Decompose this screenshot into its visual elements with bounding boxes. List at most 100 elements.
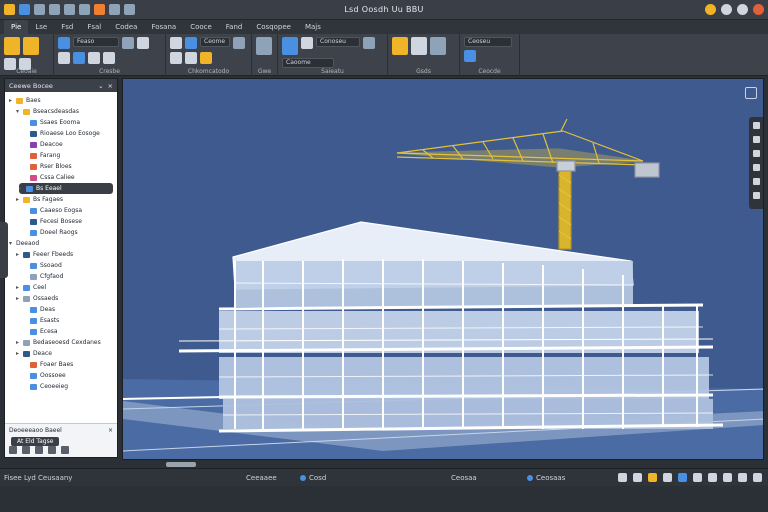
props-icon-2[interactable] [22, 446, 30, 454]
tree-node[interactable]: ▸ Deace [7, 348, 115, 359]
quick-access-icon[interactable] [19, 4, 30, 15]
model-text-icon[interactable] [282, 37, 298, 55]
quick-access-icon[interactable] [124, 4, 135, 15]
expand-arrow-icon[interactable]: ▸ [16, 295, 23, 302]
props-icon-3[interactable] [35, 446, 43, 454]
props-icon-5[interactable] [61, 446, 69, 454]
expand-arrow-icon[interactable]: ▸ [16, 350, 23, 357]
area-icon[interactable] [185, 37, 197, 49]
quick-access-icon[interactable] [94, 4, 105, 15]
tree-node[interactable]: Doeel Raogs [7, 227, 115, 238]
tree-node[interactable]: ▾ Bseacsdeasdas [7, 106, 115, 117]
curtain-icon[interactable] [103, 52, 115, 64]
viewer-icon[interactable] [464, 50, 476, 62]
help-icon[interactable] [705, 4, 716, 15]
fit-icon[interactable] [752, 178, 760, 185]
tree-node[interactable]: Rioaese Loo Eosoge [7, 128, 115, 139]
workset-field[interactable]: Ceoseu [464, 37, 512, 47]
quick-access-icon[interactable] [4, 4, 15, 15]
nav-wheel-icon[interactable] [752, 122, 760, 129]
datum-icon[interactable] [256, 37, 272, 55]
ribbon-tab[interactable]: Cosqopee [249, 20, 298, 34]
tree-node[interactable]: Fecesi Bosese [7, 216, 115, 227]
workplane-field[interactable]: Conoseu [316, 37, 360, 47]
ribbon-tab[interactable]: Codea [108, 20, 144, 34]
ceiling-icon[interactable] [88, 52, 100, 64]
status-toggle-icon[interactable] [738, 473, 747, 482]
level-field[interactable]: Ceome [200, 37, 230, 47]
ribbon-tab[interactable]: Fand [219, 20, 250, 34]
status-toggle-icon[interactable] [693, 473, 702, 482]
maximize-icon[interactable] [737, 4, 748, 15]
panel-resize-handle[interactable] [0, 222, 8, 278]
railing-icon[interactable] [58, 52, 70, 64]
scroll-thumb[interactable] [166, 462, 196, 467]
door-tool-icon[interactable] [23, 37, 39, 55]
status-toggle-icon[interactable] [678, 473, 687, 482]
set-icon[interactable] [363, 37, 375, 49]
ribbon-tab[interactable]: Fsal [80, 20, 108, 34]
tree-node[interactable]: Cfgfaod [7, 271, 115, 282]
quick-access-icon[interactable] [64, 4, 75, 15]
tree-node[interactable]: Ceoeeieg [7, 381, 115, 392]
shaft-icon[interactable] [392, 37, 408, 55]
tree-node[interactable]: ▸ Ceel [7, 282, 115, 293]
grid-icon[interactable] [170, 52, 182, 64]
tree-node[interactable]: Deacoe [7, 139, 115, 150]
close-props-icon[interactable]: × [108, 427, 113, 434]
viewcube-icon[interactable] [745, 87, 757, 99]
tree-node[interactable]: Farang [7, 150, 115, 161]
quick-access-icon[interactable] [34, 4, 45, 15]
status-toggle-icon[interactable] [723, 473, 732, 482]
ribbon-tab[interactable]: Lse [28, 20, 54, 34]
props-icon-1[interactable] [9, 446, 17, 454]
room-icon[interactable] [170, 37, 182, 49]
status-model[interactable]: Ceosaa [451, 474, 477, 482]
expand-arrow-icon[interactable]: ▸ [16, 284, 23, 291]
status-toggle-icon[interactable] [753, 473, 762, 482]
tree-node[interactable]: Rser Bloes [7, 161, 115, 172]
expand-arrow-icon[interactable]: ▸ [16, 339, 23, 346]
tree-node[interactable]: Ecesa [7, 326, 115, 337]
tree-node[interactable]: Esasts [7, 315, 115, 326]
status-workset[interactable]: Ceeaaee [246, 474, 277, 482]
tree-node[interactable]: Deas [7, 304, 115, 315]
tag-icon[interactable] [233, 37, 245, 49]
tree-node[interactable]: ▸ Feeer Fbeeds [7, 249, 115, 260]
tree-node[interactable]: Caaeso Eogsa [7, 205, 115, 216]
dropdown-icon[interactable] [122, 37, 134, 49]
pin-icon[interactable]: ⌄ [98, 82, 103, 90]
stair-icon[interactable] [137, 37, 149, 49]
tree-node[interactable]: ▸ Bedaseoesd Cexdanes [7, 337, 115, 348]
horizontal-scrollbar[interactable] [122, 460, 764, 468]
model-line-icon[interactable] [301, 37, 313, 49]
close-icon[interactable] [753, 4, 764, 15]
ribbon-tab[interactable]: Fosana [144, 20, 183, 34]
floor-icon[interactable] [73, 52, 85, 64]
show-field[interactable]: Caoome [282, 58, 334, 68]
expand-arrow-icon[interactable]: ▸ [16, 196, 23, 203]
nav-menu-icon[interactable] [752, 192, 760, 199]
type-selector[interactable]: Feaso [73, 37, 119, 47]
expand-arrow-icon[interactable]: ▾ [9, 240, 16, 247]
tree-node[interactable]: ▸ Bs Fagaes [7, 194, 115, 205]
pan-icon[interactable] [752, 136, 760, 143]
opening-icon[interactable] [200, 52, 212, 64]
tree-node[interactable]: ▸ Ossaeds [7, 293, 115, 304]
tree-node[interactable]: ▸ Baes [7, 95, 115, 106]
ribbon-tab[interactable]: Fsd [54, 20, 80, 34]
status-toggle-icon[interactable] [618, 473, 627, 482]
tree-node[interactable]: Ssoaod [7, 260, 115, 271]
quick-access-icon[interactable] [79, 4, 90, 15]
zoom-icon[interactable] [752, 150, 760, 157]
tree-node[interactable]: ▾ Deeaod [7, 238, 115, 249]
close-panel-icon[interactable]: × [108, 82, 113, 90]
status-toggle-icon[interactable] [633, 473, 642, 482]
dormer-icon[interactable] [430, 37, 446, 55]
quick-access-icon[interactable] [49, 4, 60, 15]
expand-arrow-icon[interactable]: ▸ [9, 97, 16, 104]
ref-plane-icon[interactable] [185, 52, 197, 64]
ribbon-tab[interactable]: Pie [4, 20, 29, 34]
tree-node[interactable]: Cssa Caliee [7, 172, 115, 183]
wall-tool-icon[interactable] [4, 37, 20, 55]
